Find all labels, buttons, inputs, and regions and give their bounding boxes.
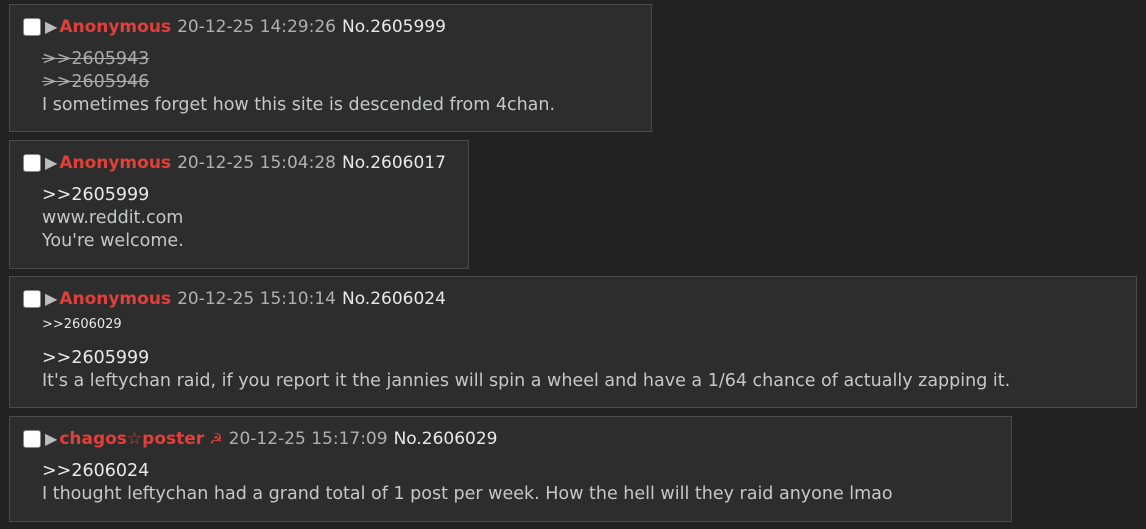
select-checkbox[interactable] <box>23 18 41 36</box>
expand-arrow-icon[interactable]: ▶ <box>45 152 57 174</box>
select-checkbox[interactable] <box>23 154 41 172</box>
post-number-link[interactable]: No.2606017 <box>342 152 446 174</box>
post-header: ▶ Anonymous 20-12-25 15:10:14 No.2606024 <box>23 288 446 310</box>
post: ▶ Anonymous 20-12-25 14:29:26 No.2605999… <box>9 4 652 132</box>
post-date: 20-12-25 15:17:09 <box>228 429 388 449</box>
post-header: ▶ chagos☆poster ☭ 20-12-25 15:17:09 No.2… <box>23 428 498 450</box>
post-text: www.reddit.com <box>42 208 184 228</box>
post-date: 20-12-25 15:04:28 <box>177 153 336 173</box>
post-number-link[interactable]: No.2606024 <box>342 288 446 310</box>
post-number-link[interactable]: No.2605999 <box>342 16 446 38</box>
poster-name: Anonymous <box>59 17 172 37</box>
post-header: ▶ Anonymous 20-12-25 15:04:28 No.2606017 <box>23 152 446 174</box>
post-text: I sometimes forget how this site is desc… <box>42 95 556 115</box>
post-text: I thought leftychan had a grand total of… <box>42 484 893 504</box>
poster-name: Anonymous <box>59 153 172 173</box>
post-date: 20-12-25 14:29:26 <box>177 17 336 37</box>
quote-link[interactable]: >>2605943 <box>42 48 149 71</box>
hammer-sickle-icon: ☭ <box>209 430 223 448</box>
poster-name: Anonymous <box>59 289 172 309</box>
quote-link[interactable]: >>2606024 <box>42 460 149 483</box>
quote-link[interactable]: >>2605999 <box>42 184 149 207</box>
select-checkbox[interactable] <box>23 430 41 448</box>
post-text: You're welcome. <box>42 231 184 251</box>
select-checkbox[interactable] <box>23 290 41 308</box>
post-text: It's a leftychan raid, if you report it … <box>42 371 1011 391</box>
expand-arrow-icon[interactable]: ▶ <box>45 16 57 38</box>
post: ▶ chagos☆poster ☭ 20-12-25 15:17:09 No.2… <box>9 416 1012 522</box>
post: ▶ Anonymous 20-12-25 15:10:14 No.2606024… <box>9 276 1137 408</box>
poster-name: chagos☆poster <box>59 429 205 449</box>
quote-link[interactable]: >>2605946 <box>42 71 149 94</box>
post-number-link[interactable]: No.2606029 <box>394 428 498 450</box>
expand-arrow-icon[interactable]: ▶ <box>45 428 57 450</box>
expand-arrow-icon[interactable]: ▶ <box>45 288 57 310</box>
post-header: ▶ Anonymous 20-12-25 14:29:26 No.2605999 <box>23 16 446 38</box>
reply-backlink[interactable]: >>2606029 <box>42 317 122 332</box>
post: ▶ Anonymous 20-12-25 15:04:28 No.2606017… <box>9 140 469 269</box>
quote-link[interactable]: >>2605999 <box>42 347 149 370</box>
post-date: 20-12-25 15:10:14 <box>177 289 336 309</box>
